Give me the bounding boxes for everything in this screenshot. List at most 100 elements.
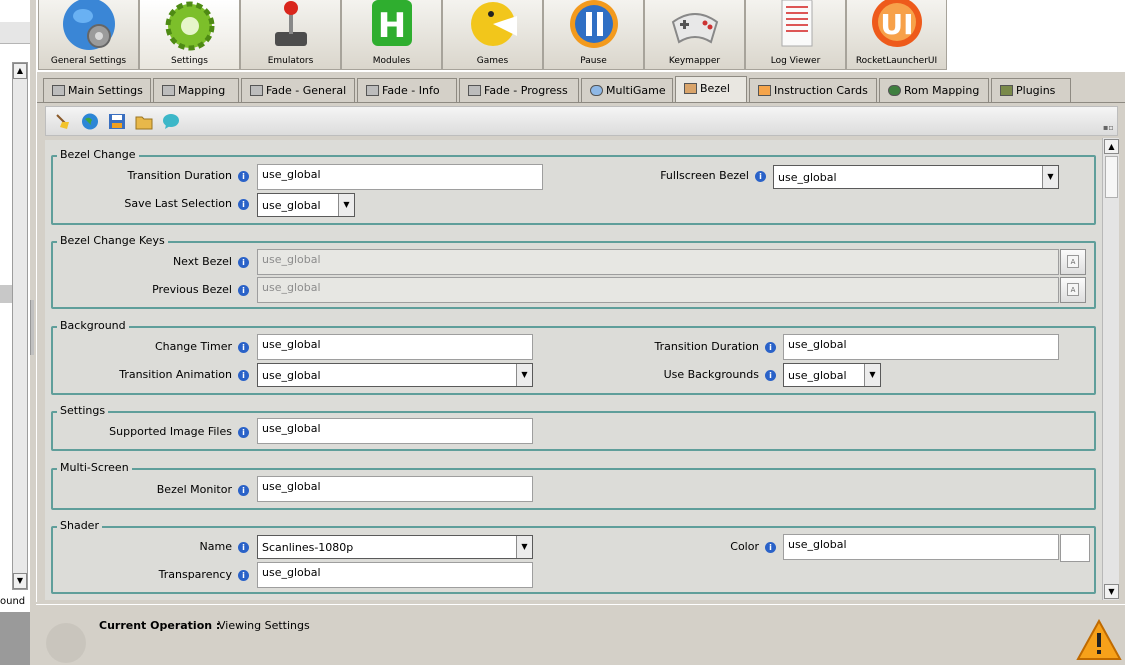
transition-duration-field[interactable]: use_global	[257, 164, 543, 190]
top-tab-log-viewer[interactable]: Log Viewer	[745, 0, 846, 70]
top-tab-label: General Settings	[50, 56, 127, 66]
top-tab-pause[interactable]: Pause	[543, 0, 644, 70]
busy-indicator-icon	[46, 623, 86, 663]
next-bezel-field: use_global	[257, 249, 1059, 275]
globe-icon[interactable]	[81, 113, 99, 130]
background-partial-text: ound	[0, 596, 26, 607]
info-icon[interactable]: i	[238, 569, 249, 581]
top-tab-label: Settings	[171, 56, 208, 66]
select-value: use_global	[262, 369, 321, 382]
scroll-up-arrow-icon[interactable]: ▲	[1104, 139, 1119, 154]
shader-color-field[interactable]: use_global	[783, 534, 1059, 560]
key-cap-icon: A	[1067, 283, 1079, 296]
info-icon[interactable]: i	[238, 284, 249, 296]
h-module-icon: H	[371, 0, 412, 46]
tab-multigame[interactable]: MultiGame	[581, 78, 673, 102]
scroll-down-arrow-icon[interactable]: ▼	[13, 573, 27, 589]
background-gray-block	[0, 612, 30, 665]
tab-bezel[interactable]: Bezel	[675, 76, 747, 103]
use-backgrounds-select[interactable]: use_global ▼	[783, 363, 881, 387]
next-bezel-key-button[interactable]: A	[1060, 249, 1086, 275]
info-icon[interactable]: i	[238, 541, 249, 553]
bg-transition-duration-field[interactable]: use_global	[783, 334, 1059, 360]
tab-rom-mapping[interactable]: Rom Mapping	[879, 78, 989, 102]
info-icon[interactable]: i	[238, 341, 249, 353]
chevron-down-icon[interactable]: ▼	[516, 364, 532, 386]
previous-bezel-key-button[interactable]: A	[1060, 277, 1086, 303]
folder-icon[interactable]	[135, 113, 153, 130]
chevron-down-icon[interactable]: ▼	[516, 536, 532, 558]
group-title: Bezel Change Keys	[57, 234, 168, 247]
info-icon[interactable]: i	[238, 369, 249, 381]
info-icon[interactable]: i	[765, 341, 776, 353]
log-document-icon	[781, 0, 812, 47]
tab-instruction-cards[interactable]: Instruction Cards	[749, 78, 877, 102]
group-title: Bezel Change	[57, 148, 139, 161]
background-window-scrollbar[interactable]: ▲ ▼	[12, 62, 28, 590]
save-last-selection-select[interactable]: use_global ▼	[257, 193, 355, 217]
scroll-down-arrow-icon[interactable]: ▼	[1104, 584, 1119, 599]
top-tab-rocketlauncherui[interactable]: UI RocketLauncherUI	[846, 0, 947, 70]
progress-bar-icon	[468, 85, 481, 96]
save-disk-icon[interactable]	[108, 113, 126, 130]
tab-mapping[interactable]: Mapping	[153, 78, 239, 102]
shader-color-picker-button[interactable]	[1060, 534, 1090, 562]
fullscreen-bezel-select[interactable]: use_global ▼	[773, 165, 1059, 189]
settings-vertical-scrollbar[interactable]: ▲ ▼	[1102, 138, 1119, 600]
bg-transition-duration-label: Transition Duration i	[655, 340, 776, 353]
info-icon[interactable]: i	[755, 170, 766, 182]
top-tab-modules[interactable]: H Modules	[341, 0, 442, 70]
previous-bezel-label: Previous Bezel i	[152, 283, 249, 296]
info-icon[interactable]: i	[765, 369, 776, 381]
monitor-icon	[52, 85, 65, 96]
change-timer-field[interactable]: use_global	[257, 334, 533, 360]
info-icon[interactable]: i	[238, 256, 249, 268]
info-icon[interactable]: i	[238, 198, 249, 210]
top-tab-games[interactable]: Games	[442, 0, 543, 70]
globe-gear-icon	[62, 0, 115, 50]
toolbar-scroll-grip-icon: ▪▫	[1103, 123, 1114, 132]
tab-fade-general[interactable]: Fade - General	[241, 78, 355, 102]
current-operation-label: Current Operation :	[99, 619, 221, 632]
current-operation-value: Viewing Settings	[218, 619, 310, 632]
info-icon[interactable]: i	[238, 170, 249, 182]
bezel-monitor-field[interactable]: use_global	[257, 476, 533, 502]
tab-label: Fade - Progress	[484, 84, 568, 97]
warning-triangle-icon[interactable]	[1076, 619, 1122, 661]
broom-clean-icon[interactable]	[54, 113, 72, 130]
chevron-down-icon[interactable]: ▼	[1042, 166, 1058, 188]
info-icon[interactable]: i	[238, 484, 249, 496]
tab-label: Main Settings	[68, 84, 143, 97]
screen-icon	[250, 85, 263, 96]
background-list-selection	[0, 285, 12, 303]
scroll-up-arrow-icon[interactable]: ▲	[13, 63, 27, 79]
tab-fade-info[interactable]: Fade - Info	[357, 78, 457, 102]
chevron-down-icon[interactable]: ▼	[338, 194, 354, 216]
tab-fade-progress[interactable]: Fade - Progress	[459, 78, 579, 102]
plugin-icon	[1000, 85, 1013, 96]
gamepad-icon	[671, 13, 718, 44]
supported-image-files-field[interactable]: use_global	[257, 418, 533, 444]
top-tab-emulators[interactable]: Emulators	[240, 0, 341, 70]
group-title: Background	[57, 319, 129, 332]
top-tab-general-settings[interactable]: General Settings	[38, 0, 139, 70]
info-icon[interactable]: i	[765, 541, 776, 553]
key-cap-icon: A	[1067, 255, 1079, 268]
tab-plugins[interactable]: Plugins	[991, 78, 1071, 102]
transition-animation-select[interactable]: use_global ▼	[257, 363, 533, 387]
tab-main-settings[interactable]: Main Settings	[43, 78, 151, 102]
select-value: use_global	[788, 369, 847, 382]
transparency-field[interactable]: use_global	[257, 562, 533, 588]
background-window-strip: ▲ ▼ ound	[0, 0, 30, 665]
chat-bubble-icon[interactable]	[162, 113, 180, 130]
panel-splitter[interactable]	[30, 300, 34, 355]
top-tab-settings[interactable]: Settings	[139, 0, 240, 70]
info-icon[interactable]: i	[238, 426, 249, 438]
svg-text:H: H	[377, 6, 405, 46]
select-value: Scanlines-1080p	[262, 541, 354, 554]
shader-name-select[interactable]: Scanlines-1080p ▼	[257, 535, 533, 559]
fullscreen-bezel-label: Fullscreen Bezel i	[660, 169, 766, 182]
top-tab-keymapper[interactable]: Keymapper	[644, 0, 745, 70]
chevron-down-icon[interactable]: ▼	[864, 364, 880, 386]
scrollbar-thumb[interactable]	[1105, 156, 1118, 198]
